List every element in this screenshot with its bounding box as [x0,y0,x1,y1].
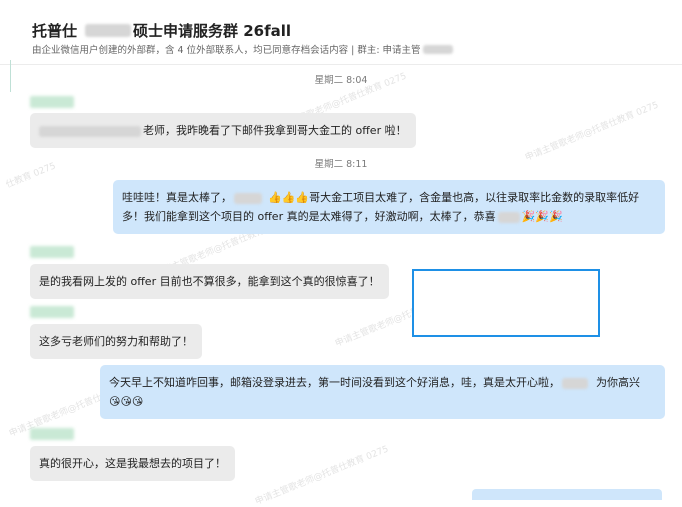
redacted-name [39,125,141,137]
message-bubble[interactable]: 今天早上不知道咋回事，邮箱没登录进去，第一时间没看到这个好消息，哇，真是太开心啦… [100,365,665,419]
kiss-face-icon: 😘😘😘 [109,395,144,408]
sender-name [30,428,74,440]
message-text: 多！我们能拿到这个项目的 offer 真的是太难得了，好激动啊，太棒了，恭喜 [122,210,496,223]
watermark: 申请主管歌老师@托普仕教育 0275 [253,444,391,507]
message-line: 哇哇哇！真是太棒了， 👍👍👍哥大金工项目太难了，含金量也高，以往录取率比金数的录取… [122,188,656,207]
message-text: 哥大金工项目太难了，含金量也高，以往录取率比金数的录取率低好 [309,191,640,204]
message-text: 老师，我昨晚看了下邮件我拿到哥大金工的 offer 啦！ [143,124,407,137]
message-bubble[interactable]: 哇哇哇！真是太棒了， 👍👍👍哥大金工项目太难了，含金量也高，以往录取率比金数的录取… [113,180,665,234]
group-title[interactable]: 托普仕 硕士申请服务群 26fall [32,20,291,41]
sender-name [30,246,74,258]
redacted-name [562,377,588,389]
message-bubble[interactable]: 老师，我昨晚看了下邮件我拿到哥大金工的 offer 啦！ [30,113,416,148]
redacted-name [85,24,132,37]
chat-header: 托普仕 硕士申请服务群 26fall 由企业微信用户创建的外部群，含 4 位外部… [0,0,682,65]
message-text: 是的我看网上发的 offer 目前也不算很多，能拿到这个真的很惊喜了！ [39,275,380,288]
message-bubble[interactable]: 真的很开心，这是我最想去的项目了！ [30,446,235,481]
message-line: 多！我们能拿到这个项目的 offer 真的是太难得了，好激动啊，太棒了，恭喜 🎉🎉… [122,207,656,226]
group-subtitle-text: 由企业微信用户创建的外部群，含 4 位外部联系人，均已同意存档会话内容 | 群主… [32,45,421,56]
group-title-prefix: 托普仕 [32,22,78,40]
message-line: 今天早上不知道咋回事，邮箱没登录进去，第一时间没看到这个好消息，哇，真是太开心啦… [109,373,656,392]
message-bubble[interactable]: 这多亏老师们的努力和帮助了！ [30,324,202,359]
group-subtitle: 由企业微信用户创建的外部群，含 4 位外部联系人，均已同意存档会话内容 | 群主… [32,42,453,56]
message-line: 😘😘😘 [109,392,656,411]
message-text: 为你高兴 [596,376,640,389]
redacted-name [234,192,262,204]
sender-name [30,96,74,108]
highlight-box [412,269,600,337]
timestamp: 星期二 8:11 [314,159,368,170]
message-text: 今天早上不知道咋回事，邮箱没登录进去，第一时间没看到这个好消息，哇，真是太开心啦… [109,376,560,389]
redacted-name [497,211,520,223]
redacted-owner [422,44,453,54]
message-bubble[interactable] [472,489,662,500]
message-text: 这多亏老师们的努力和帮助了！ [39,335,193,348]
timestamp: 星期二 8:04 [314,75,368,86]
message-text: 真的很开心，这是我最想去的项目了！ [39,457,226,470]
message-bubble[interactable]: 是的我看网上发的 offer 目前也不算很多，能拿到这个真的很惊喜了！ [30,264,389,299]
watermark: 申请主管歌老师@托普仕教育 0275 [523,100,661,164]
group-title-suffix: 硕士申请服务群 26fall [133,22,292,40]
sender-name [30,306,74,318]
thumbs-up-icon: 👍👍👍 [268,191,310,204]
party-popper-icon: 🎉🎉🎉 [521,210,563,223]
message-text: 哇哇哇！真是太棒了， [122,191,232,204]
